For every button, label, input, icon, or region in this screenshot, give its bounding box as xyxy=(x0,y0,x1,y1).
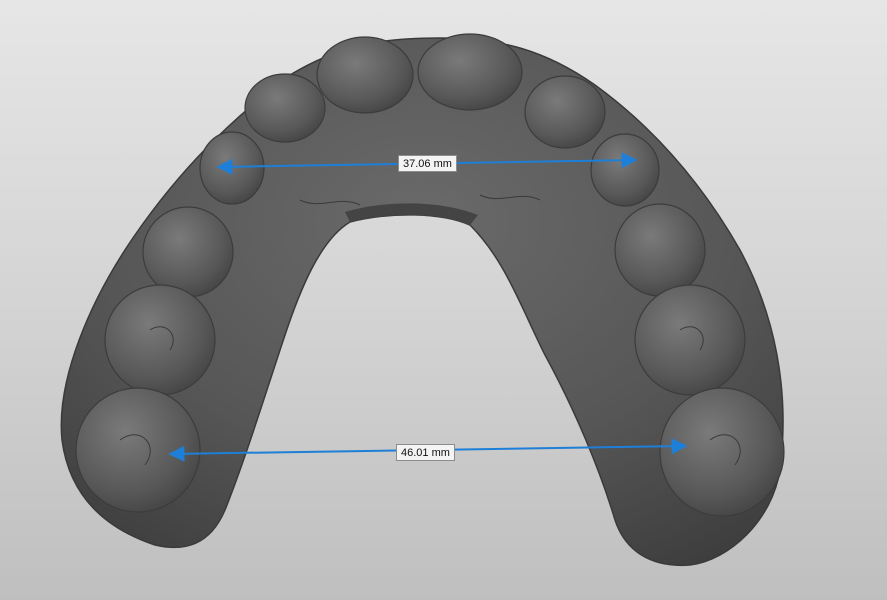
dental-arch-scene[interactable] xyxy=(0,0,887,600)
measurement-label-front[interactable]: 37.06 mm xyxy=(398,155,457,172)
3d-viewport[interactable]: 37.06 mm 46.01 mm xyxy=(0,0,887,600)
measurement-label-back[interactable]: 46.01 mm xyxy=(396,444,455,461)
